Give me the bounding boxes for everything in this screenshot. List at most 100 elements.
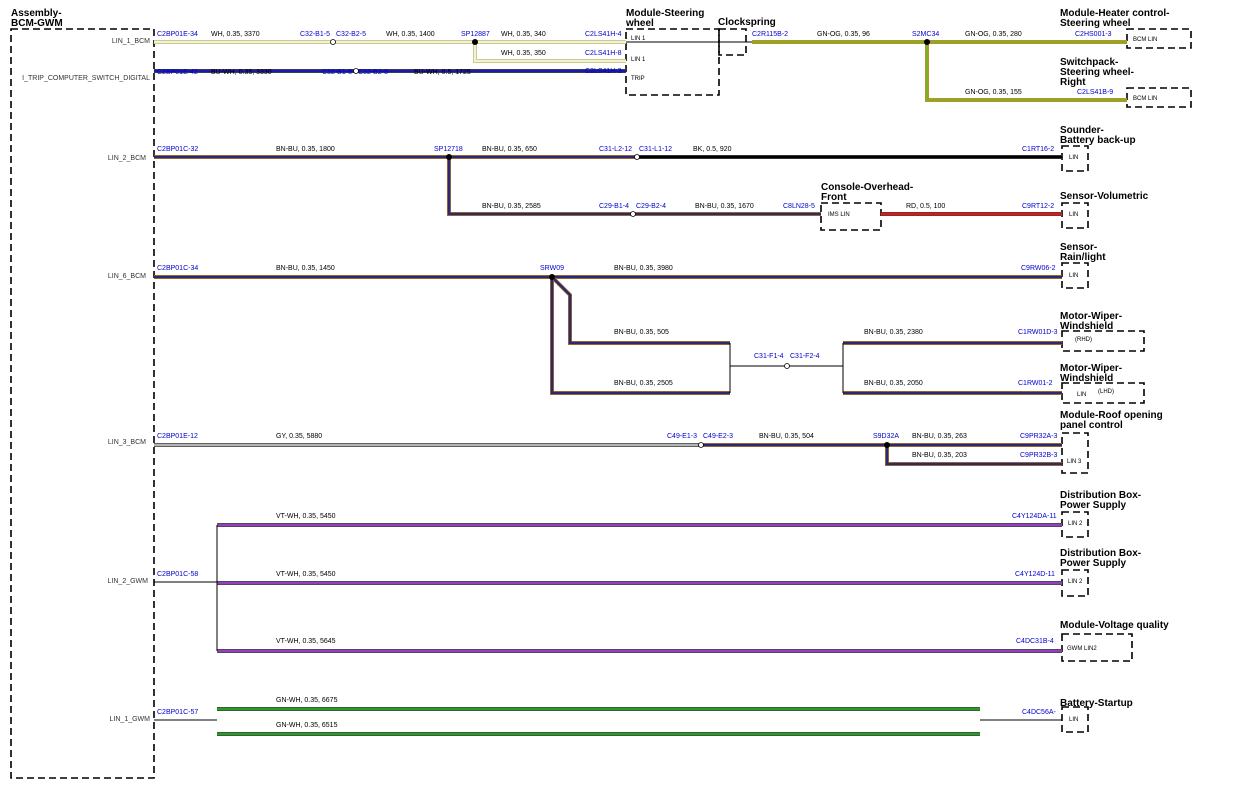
signal-names: LIN_1_BCM I_TRIP_COMPUTER_SWITCH_DIGITAL…	[22, 38, 150, 723]
connector-c49[interactable]	[698, 442, 704, 448]
wire-label-w2: WH, 0.35, 1400	[386, 31, 435, 38]
pin-c2bp01e12: C2BP01E-12	[157, 433, 198, 440]
wire-label-w21: BN-BU, 0.35, 2050	[864, 380, 923, 387]
pin-c1rt16-2: C1RT16-2	[1022, 146, 1054, 153]
wiring-diagram: Assembly-BCM-GWM Module-Steering wheel Cl…	[10, 8, 1192, 779]
pin-c2hs001-3: C2HS001-3	[1075, 31, 1112, 38]
pin-c32b25: C32-B2-5	[336, 31, 366, 38]
wire-label-w25: BN-BU, 0.35, 203	[912, 452, 967, 459]
connector-c31-l[interactable]	[634, 154, 640, 160]
pin-c2bp01c34: C2BP01C-34	[157, 265, 198, 272]
splice-srw09	[549, 274, 555, 280]
bcm-gwm-box[interactable]	[10, 28, 155, 779]
wire-label-w13: BN-BU, 0.35, 2585	[482, 203, 541, 210]
wire-label-w18: BN-BU, 0.35, 505	[614, 329, 669, 336]
battery-title: Battery-Startup	[1060, 698, 1133, 709]
connector-c29[interactable]	[630, 211, 636, 217]
pin-c2r115b2: C2R115B-2	[752, 31, 788, 38]
pinlab-wiper-rhd: (RHD)	[1075, 337, 1092, 343]
wire-label-w15: RD, 0.5, 100	[906, 203, 945, 210]
pin-c32b28: C32-B2-8	[358, 69, 388, 76]
pin-c2bp01e34: C2BP01E-34	[157, 31, 198, 38]
wire-label-w5: BU-WH, 0.35, 3330	[211, 69, 272, 76]
wire-label-w26: VT-WH, 0.35, 5450	[276, 513, 336, 520]
signal-lin6-bcm: LIN_6_BCM	[108, 273, 146, 280]
wire-label-w14: BN-BU, 0.35, 1670	[695, 203, 754, 210]
pin-c31l212: C31-L2-12	[599, 146, 632, 153]
pin-c1rw01-2: C1RW01-2	[1018, 380, 1053, 387]
distbox2-title: Distribution Box-Power Supply	[1060, 548, 1141, 569]
wire-label-w10: BN-BU, 0.35, 1800	[276, 146, 335, 153]
pinlab-console: IMS LIN	[828, 212, 850, 218]
pin-c1rw01d3: C1RW01D-3	[1018, 329, 1058, 336]
wire-label-w17: BN-BU, 0.35, 3980	[614, 265, 673, 272]
pinlab-sw-trip: TRIP	[631, 76, 645, 82]
splice-s9d32a	[884, 442, 890, 448]
pin-c9pr32b3: C9PR32B-3	[1020, 452, 1057, 459]
wire-label-w30: GN-WH, 0.35, 6515	[276, 722, 338, 729]
pin-c2bp01c57: C2BP01C-57	[157, 709, 198, 716]
connector-c31-f[interactable]	[784, 363, 790, 369]
pinlab-wiper-lhd-lin: LIN	[1077, 392, 1086, 398]
pin-c32b15: C32-B1-5	[300, 31, 330, 38]
pinlab-sw-lin1a: LIN 1	[631, 36, 646, 42]
wire-label-w28: VT-WH, 0.35, 5645	[276, 638, 336, 645]
pin-c8ln28-5: C8LN28-5	[783, 203, 815, 210]
heater-title: Module-Heater control-Steering wheel	[1060, 8, 1169, 29]
steering-wheel-title: Module-Steering wheel	[625, 8, 704, 29]
pin-c31f14: C31-F1-4	[754, 353, 784, 360]
pin-c4y124d11: C4Y124D-11	[1015, 571, 1055, 578]
pinlab-sounder: LIN	[1069, 155, 1078, 161]
module-boxes	[10, 28, 1192, 779]
distbox1-title: Distribution Box-Power Supply	[1060, 490, 1141, 511]
pinlab-rainlight: LIN	[1069, 273, 1078, 279]
wire-label-w4: WH, 0.35, 350	[501, 50, 546, 57]
sounder-title: Sounder-Battery back-up	[1060, 125, 1136, 146]
pinlab-voltage: GWM LIN2	[1067, 646, 1097, 652]
console-title: Console-Overhead-Front	[821, 182, 913, 203]
pin-c29b24: C29-B2-4	[636, 203, 666, 210]
signal-lin2-gwm: LIN_2_GWM	[108, 578, 149, 585]
pinlab-wiper-lhd: (LHD)	[1098, 389, 1114, 395]
pinlab-battery: LIN	[1069, 717, 1078, 723]
module-titles: Assembly-BCM-GWM Module-Steering wheel Cl…	[11, 8, 1169, 709]
pin-c2bp01e42: C2BP01E-42	[157, 69, 198, 76]
pinlab-heater: BCM LIN	[1133, 37, 1157, 43]
pin-c9rw06-2: C9RW06-2	[1021, 265, 1056, 272]
pin-sp12718: SP12718	[434, 146, 463, 153]
signal-lin1-gwm: LIN_1_GWM	[110, 716, 151, 723]
wire-label-w1: WH, 0.35, 3370	[211, 31, 260, 38]
pin-c9rt12-2: C9RT12-2	[1022, 203, 1054, 210]
wire-labels: WH, 0.35, 3370 WH, 0.35, 1400 WH, 0.35, …	[211, 31, 1022, 729]
connector-c32-lin1[interactable]	[330, 39, 336, 45]
pinlab-roof: LIN 3	[1067, 459, 1082, 465]
pin-c49e23: C49-E2-3	[703, 433, 733, 440]
roof-box[interactable]	[1061, 432, 1089, 474]
pin-c32b18: C32-B1-8	[322, 69, 352, 76]
switchpack-title: Switchpack-Steering wheel-Right	[1060, 57, 1134, 88]
pin-c2ls41h4: C2LS41H-4	[585, 31, 622, 38]
wire-label-w29: GN-WH, 0.35, 6675	[276, 697, 338, 704]
signal-lin1-bcm: LIN_1_BCM	[112, 38, 150, 45]
signal-lin2-bcm: LIN_2_BCM	[108, 155, 146, 162]
wire-label-w23: BN-BU, 0.35, 504	[759, 433, 814, 440]
wire-label-w20: BN-BU, 0.35, 2380	[864, 329, 923, 336]
pinlab-distbox1: LIN 2	[1068, 521, 1083, 527]
splice-s2mc34	[924, 39, 930, 45]
signal-itrip: I_TRIP_COMPUTER_SWITCH_DIGITAL	[22, 75, 150, 82]
pin-c4dc56a: C4DC56A-	[1022, 709, 1057, 716]
wire-label-w12: BK, 0.5, 920	[693, 146, 732, 153]
clockspring-title: Clockspring	[718, 17, 776, 28]
wire-label-w19: BN-BU, 0.35, 2505	[614, 380, 673, 387]
pin-s2mc34: S2MC34	[912, 31, 939, 38]
wire-label-w22: GY, 0.35, 5880	[276, 433, 322, 440]
volumetric-title: Sensor-Volumetric	[1060, 191, 1149, 202]
wire-label-w3: WH, 0.35, 340	[501, 31, 546, 38]
pin-c49e13: C49-E1-3	[667, 433, 697, 440]
wiper-lhd-title: Motor-Wiper-Windshield	[1060, 363, 1122, 384]
pin-c4y124da11: C4Y124DA-11	[1012, 513, 1057, 520]
thin-lines	[154, 41, 1062, 721]
wire-label-w27: VT-WH, 0.35, 5450	[276, 571, 336, 578]
pinlab-sw-lin1b: LIN 1	[631, 57, 646, 63]
wire-label-w24: BN-BU, 0.35, 263	[912, 433, 967, 440]
